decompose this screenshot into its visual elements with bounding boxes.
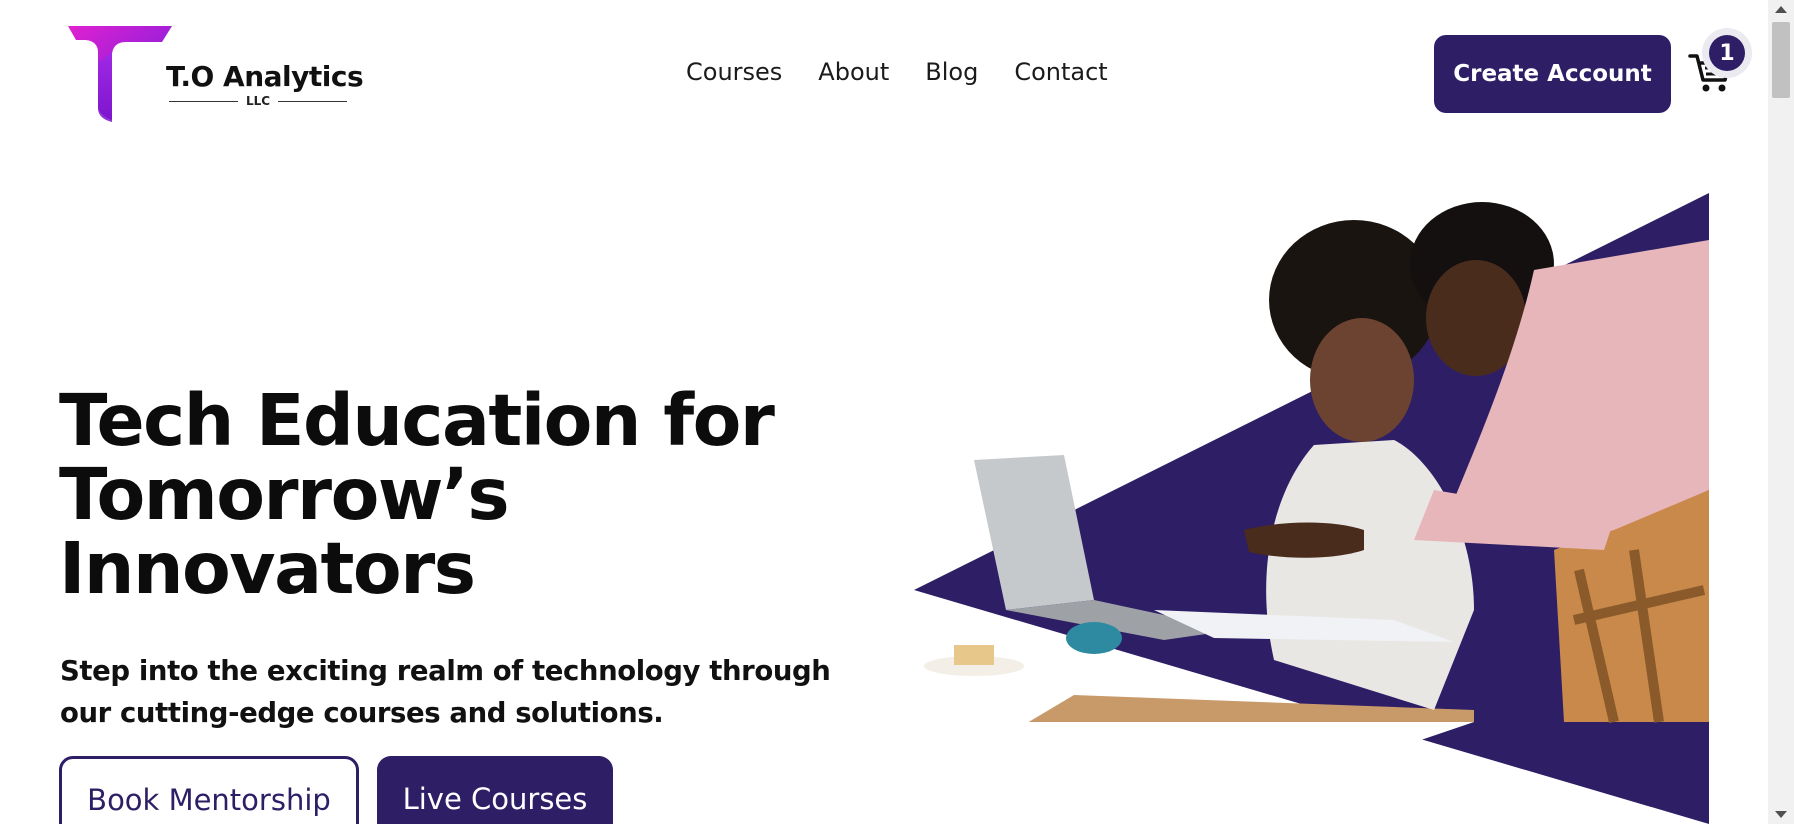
brand-suffix: LLC	[245, 94, 271, 108]
people-at-laptop-illustration	[914, 202, 1709, 790]
main-nav: Courses About Blog Contact	[686, 58, 1108, 86]
nav-contact[interactable]: Contact	[1014, 58, 1107, 86]
scroll-down-arrow-icon[interactable]	[1775, 811, 1787, 818]
nav-about[interactable]: About	[818, 58, 889, 86]
scrollbar-thumb[interactable]	[1772, 22, 1790, 98]
brand-name: T.O Analytics	[166, 60, 364, 93]
live-courses-button[interactable]: Live Courses	[377, 756, 613, 824]
nav-blog[interactable]: Blog	[925, 58, 978, 86]
brand-suffix-row: LLC	[169, 94, 348, 108]
hero-title: Tech Education for Tomorrow’s Innovators	[59, 379, 775, 610]
nav-courses[interactable]: Courses	[686, 58, 782, 86]
cart-count: 1	[1709, 35, 1745, 71]
hero-image	[914, 193, 1709, 824]
vertical-scrollbar[interactable]	[1768, 0, 1794, 824]
divider	[278, 100, 348, 102]
site-logo[interactable]: T.O Analytics LLC	[66, 22, 366, 126]
cart-count-badge[interactable]: 1	[1702, 28, 1752, 78]
scroll-up-arrow-icon[interactable]	[1775, 6, 1787, 13]
logo-t-mark-icon	[68, 26, 172, 122]
book-mentorship-button[interactable]: Book Mentorship	[59, 756, 359, 824]
divider	[169, 100, 238, 102]
hero-subtitle: Step into the exciting realm of technolo…	[60, 655, 831, 729]
create-account-button[interactable]: Create Account	[1434, 35, 1671, 113]
